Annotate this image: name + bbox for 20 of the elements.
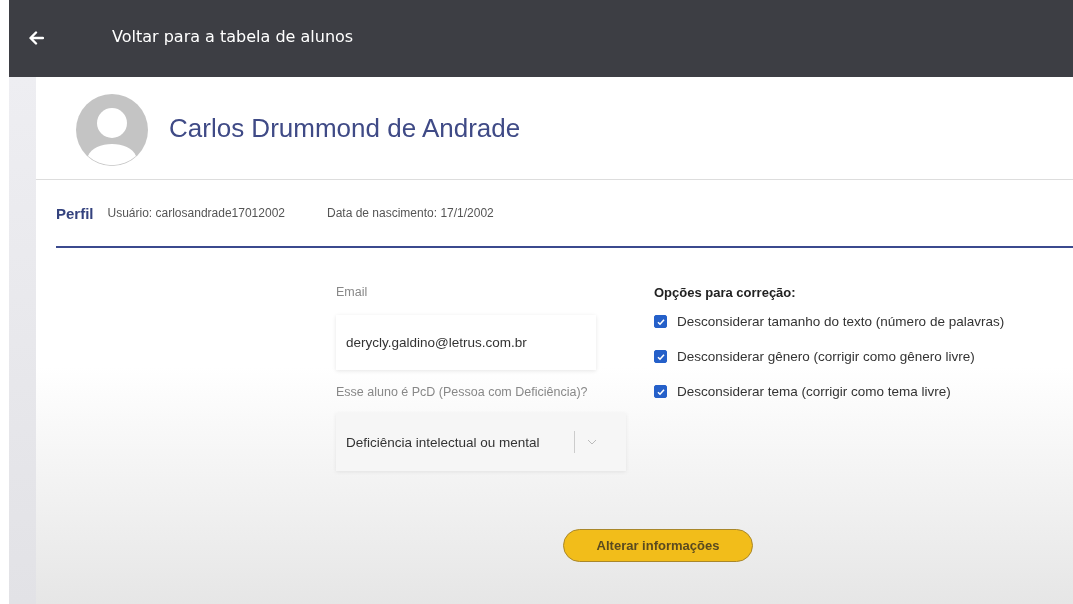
birth-date-text: Data de nascimento: 17/1/2002 <box>327 206 494 220</box>
back-arrow-icon[interactable] <box>28 29 44 46</box>
checkbox[interactable] <box>654 385 667 398</box>
pcd-select[interactable]: Deficiência intelectual ou mental <box>336 413 626 471</box>
field-label: Email <box>336 285 368 299</box>
username-text: Usuário: carlosandrade17012002 <box>107 206 285 220</box>
checkbox[interactable] <box>654 350 667 363</box>
checkbox-label: Desconsiderar gênero (corrigir como gênero livre) <box>677 349 975 364</box>
options-title: Opções para correção: <box>654 285 797 300</box>
checkbox-label: Desconsiderar tema (corrigir como tema livre) <box>677 384 951 399</box>
avatar-icon <box>76 94 148 166</box>
field-label: Esse aluno é PcD (Pessoa com Deficiência)? <box>336 385 588 399</box>
back-link[interactable]: Voltar para a tabela de alunos <box>112 27 354 46</box>
student-name: Carlos Drummond de Andrade <box>169 112 521 144</box>
chevron-down-icon <box>587 439 597 445</box>
save-button[interactable]: Alterar informações <box>563 529 753 562</box>
checkbox-label: Desconsiderar tamanho do texto (número de palavras) <box>677 314 1005 329</box>
checkbox[interactable] <box>654 315 667 328</box>
profile-tab[interactable]: Perfil <box>56 204 94 222</box>
email-field[interactable]: derycly.galdino@letrus.com.br <box>336 315 596 370</box>
